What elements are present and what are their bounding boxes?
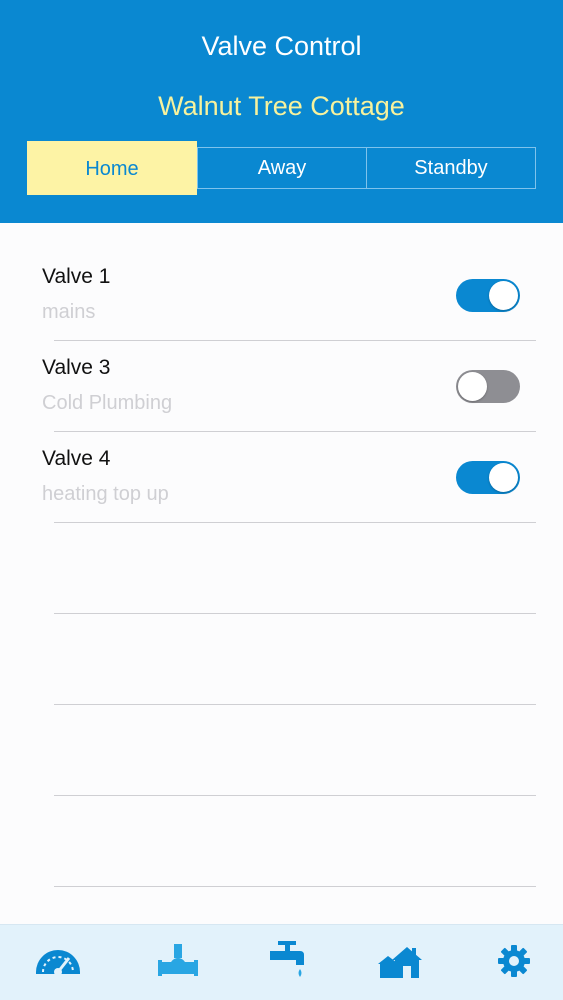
row-divider [54,613,536,614]
valve-icon [158,943,198,983]
toggle-knob [489,463,518,492]
valve-description: heating top up [42,483,169,505]
valve-toggle[interactable] [456,279,520,312]
valve-toggle[interactable] [456,370,520,403]
row-divider [54,704,536,705]
tap-icon [270,940,306,986]
tab-settings[interactable] [488,939,540,987]
gear-icon [497,944,531,983]
page-title: Valve Control [201,31,362,61]
row-divider [54,340,536,341]
location-name: Walnut Tree Cottage [158,91,405,121]
valve-row: Valve 1 mains [0,223,563,323]
tab-gauge[interactable] [32,939,84,987]
valve-row: Valve 3 Cold Plumbing [0,314,563,414]
valve-row: Valve 4 heating top up [0,405,563,505]
row-divider [54,886,536,887]
valve-toggle[interactable] [456,461,520,494]
houses-icon [378,944,422,983]
toggle-knob [458,372,487,401]
tab-tap[interactable] [262,939,314,987]
tab-valves[interactable] [152,939,204,987]
row-divider [54,795,536,796]
gauge-icon [34,946,82,981]
header-bar: Valve Control Walnut Tree Cottage Home A… [0,0,563,223]
valve-name: Valve 3 [42,356,111,379]
row-divider [54,522,536,523]
valve-name: Valve 1 [42,265,111,288]
mode-segmented-control: Home Away Standby [27,141,536,195]
mode-home-segment[interactable]: Home [27,141,197,195]
tab-bar [0,924,563,1000]
mode-standby-segment[interactable]: Standby [366,147,536,189]
toggle-knob [489,281,518,310]
tab-houses[interactable] [374,939,426,987]
valve-name: Valve 4 [42,447,111,470]
mode-away-segment[interactable]: Away [197,147,367,189]
row-divider [54,431,536,432]
